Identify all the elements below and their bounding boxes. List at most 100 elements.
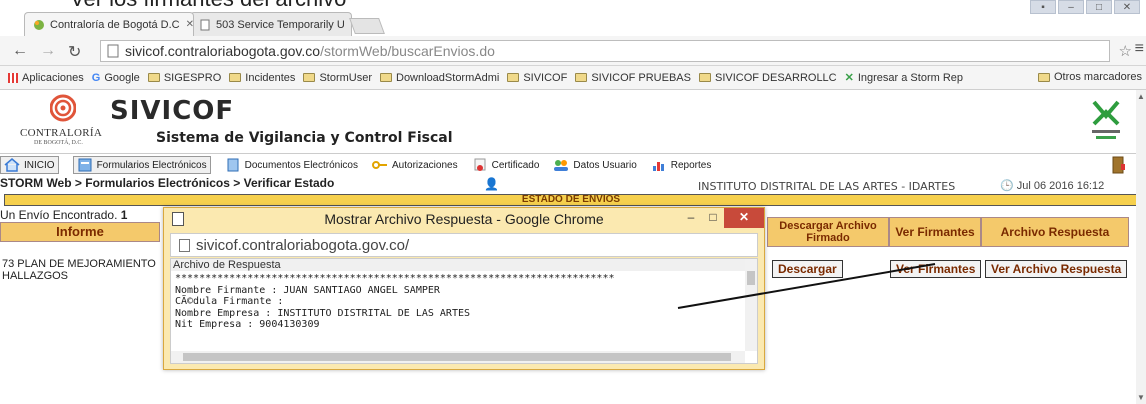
bookmark-label: DownloadStormAdmi [396, 71, 500, 84]
ver-firmantes-button[interactable]: Ver Firmantes [890, 260, 982, 278]
firmante-cedula: CÃ©dula Firmante : [175, 296, 284, 307]
menu-documentos[interactable]: Documentos Electrónicos [225, 158, 358, 172]
popup-minimize-icon[interactable]: – [680, 208, 702, 228]
back-icon[interactable]: ← [12, 42, 28, 60]
bookmark-downloadstorm[interactable]: DownloadStormAdmi [380, 72, 499, 84]
descargar-button[interactable]: Descargar [772, 260, 843, 278]
reload-icon[interactable]: ↻ [68, 42, 81, 62]
tab-close-icon[interactable]: ✕ [186, 19, 193, 30]
scroll-up-icon[interactable]: ▲ [1137, 92, 1145, 101]
forms-icon [78, 158, 92, 172]
col-descargar-header: Descargar Archivo Firmado [767, 217, 889, 247]
certificate-icon [474, 158, 486, 171]
menu-label: Reportes [670, 159, 712, 171]
menu-label: Datos Usuario [573, 159, 637, 171]
header-label: Archivo Respuesta [1000, 225, 1110, 239]
menu-autorizaciones[interactable]: Autorizaciones [372, 158, 458, 172]
date-text: Jul 06 2016 16:12 [1016, 180, 1105, 192]
bookmark-storm-rep[interactable]: ✕ Ingresar a Storm Rep [844, 71, 963, 85]
popup-section-header: Archivo de Respuesta [171, 259, 745, 271]
popup-text: ****************************************… [175, 273, 615, 331]
divider-line: ****************************************… [175, 273, 615, 284]
scroll-down-icon[interactable]: ▼ [1137, 393, 1145, 402]
menu-inicio[interactable]: INICIO [0, 156, 59, 174]
home-icon [4, 158, 20, 172]
bookmark-label: Aplicaciones [22, 71, 84, 84]
clock-icon: 🕒 [1000, 180, 1017, 192]
folder-icon [147, 73, 160, 82]
popup-maximize-icon[interactable]: □ [702, 208, 724, 228]
bookmark-label: SIVICOF DESARROLLC [714, 71, 837, 84]
bookmark-sivicof[interactable]: SIVICOF [507, 72, 567, 84]
bookmark-label: Otros marcadores [1053, 71, 1142, 83]
bookmark-google[interactable]: G Google [92, 72, 140, 84]
folder-icon [575, 73, 588, 82]
chrome-menu-icon[interactable]: ≡ [1135, 40, 1144, 58]
folder-icon [1037, 72, 1050, 82]
logo-text: CONTRALORÍA [20, 127, 103, 139]
google-icon: G [91, 71, 101, 84]
bookmark-others[interactable]: Otros marcadores [1037, 71, 1142, 83]
found-count: Un Envío Encontrado. 1 [0, 208, 127, 222]
bookmark-incidentes[interactable]: Incidentes [229, 72, 295, 84]
empresa-name: Nombre Empresa : INSTITUTO DISTRITAL DE … [175, 307, 471, 319]
ver-archivo-respuesta-button[interactable]: Ver Archivo Respuesta [985, 260, 1128, 278]
firmante-name: Nombre Firmante : JUAN SANTIAGO ANGEL SA… [175, 284, 440, 296]
bookmark-label: Ingresar a Storm Rep [857, 71, 963, 84]
contraloria-logo-icon [50, 94, 76, 122]
bookmark-sivicof-pruebas[interactable]: SIVICOF PRUEBAS [575, 72, 691, 84]
scroll-thumb[interactable] [747, 271, 755, 285]
status-title-bar: ESTADO DE ENVÍOS [4, 194, 1138, 206]
popup-vertical-scrollbar[interactable] [745, 259, 757, 351]
bookmark-label: SIVICOF PRUEBAS [591, 71, 691, 84]
menu-formularios[interactable]: Formularios Electrónicos [72, 156, 211, 174]
storm-x-icon: ✕ [844, 72, 854, 84]
brand-title: SIVICOF [110, 96, 235, 126]
scroll-thumb[interactable] [183, 353, 731, 361]
logo-subtext: DE BOGOTÁ, D.C. [34, 140, 83, 146]
popup-horizontal-scrollbar[interactable] [171, 351, 745, 363]
folder-icon [698, 73, 711, 82]
tab-503[interactable]: 503 Service Temporarily U ✕ [190, 12, 352, 36]
profile-icon[interactable]: ▪ [1030, 0, 1056, 14]
documents-icon [227, 158, 239, 172]
apps-grid-icon [8, 72, 18, 83]
bookmark-label: Incidentes [245, 71, 296, 84]
tab-strip: Contraloría de Bogotá D.C ✕ 503 Service … [0, 12, 1146, 36]
menu-datos-usuario[interactable]: Datos Usuario [553, 158, 637, 172]
popup-address-bar[interactable]: sivicof.contraloriabogota.gov.co/ [170, 233, 758, 257]
keys-icon [372, 161, 387, 169]
bookmark-sivicof-desarrollo[interactable]: SIVICOF DESARROLLC [698, 71, 837, 84]
popup-window-controls: – □ ✕ [680, 208, 764, 228]
breadcrumb: STORM Web > Formularios Electrónicos > V… [0, 176, 335, 190]
tab-label: Contraloría de Bogotá D.C [50, 18, 180, 31]
page-icon [179, 238, 190, 252]
found-label: Un Envío Encontrado. [0, 208, 118, 222]
site-banner: CONTRALORÍA DE BOGOTÁ, D.C. SIVICOF Sist… [0, 90, 1136, 154]
bookmark-stormuser[interactable]: StormUser [303, 72, 372, 84]
new-tab-button[interactable] [349, 18, 385, 34]
menu-reportes[interactable]: Reportes [651, 158, 712, 172]
address-bar[interactable]: sivicof.contraloriabogota.gov.co/stormWe… [100, 40, 1110, 62]
menu-label: Certificado [491, 159, 540, 171]
logout-door-icon[interactable] [1112, 156, 1126, 174]
col-respuesta-header: Archivo Respuesta [981, 217, 1129, 247]
forward-icon[interactable]: → [40, 42, 56, 60]
screen: { "caption": "Ver los firmantes del arch… [0, 0, 1146, 404]
minimize-icon[interactable]: – [1058, 0, 1084, 14]
user-icon: 👤 [484, 177, 499, 191]
close-icon[interactable]: ✕ [1114, 0, 1140, 14]
bookmark-star-icon[interactable]: ☆ [1119, 42, 1132, 60]
popup-close-icon[interactable]: ✕ [724, 208, 764, 228]
bookmark-sigespro[interactable]: SIGESPRO [147, 72, 221, 84]
empresa-nit: Nit Empresa : 9004130309 [175, 319, 320, 330]
col-firmantes-header: Ver Firmantes [889, 217, 981, 247]
maximize-icon[interactable]: □ [1086, 0, 1112, 14]
tab-label: 503 Service Temporarily U [216, 18, 345, 31]
menu-certificado[interactable]: Certificado [472, 158, 540, 172]
folder-icon [380, 73, 392, 82]
row-informe-text: 73 PLAN DE MEJORAMIENTO HALLAZGOS [2, 258, 156, 282]
tab-contraloria[interactable]: Contraloría de Bogotá D.C ✕ [24, 12, 194, 36]
bookmark-apps[interactable]: Aplicaciones [8, 72, 84, 84]
page-scrollbar[interactable]: ▲ ▼ [1136, 90, 1146, 404]
